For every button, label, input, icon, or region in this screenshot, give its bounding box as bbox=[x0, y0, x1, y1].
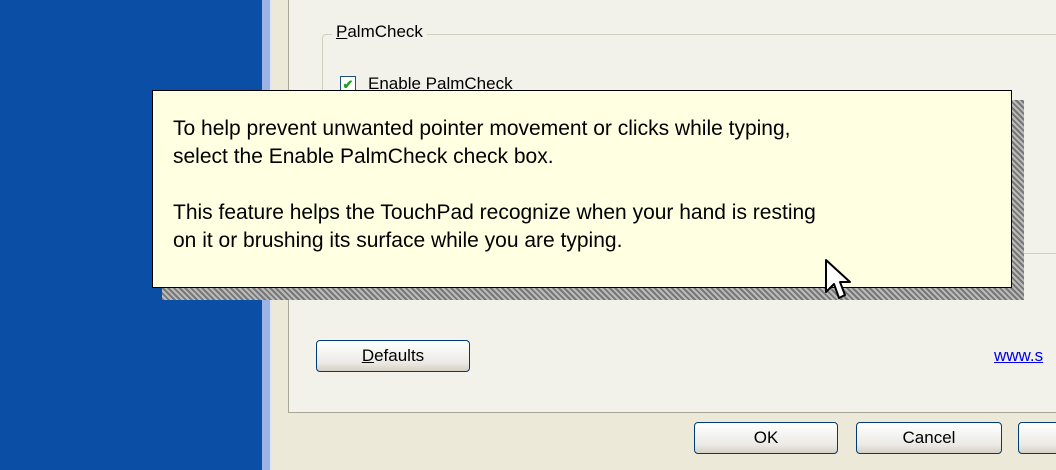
tooltip-line: on it or brushing its surface while you … bbox=[173, 229, 623, 252]
mouse-pointer-icon bbox=[825, 259, 851, 299]
groupbox-title-hotkey: P bbox=[336, 22, 348, 41]
groupbox-title-rest: almCheck bbox=[347, 22, 423, 41]
checkmark-icon: ✔ bbox=[342, 76, 354, 92]
website-link[interactable]: www.s bbox=[994, 346, 1043, 366]
help-tooltip: To help prevent unwanted pointer movemen… bbox=[152, 90, 1012, 288]
tooltip-line: select the Enable PalmCheck check box. bbox=[173, 145, 554, 168]
tooltip-paragraph-2: This feature helps the TouchPad recogniz… bbox=[173, 199, 991, 255]
cancel-button[interactable]: Cancel bbox=[856, 422, 1002, 454]
defaults-hotkey: D bbox=[361, 346, 375, 365]
defaults-label-rest: efaults bbox=[374, 346, 425, 365]
palmcheck-groupbox-title: PalmCheck bbox=[332, 22, 427, 42]
apply-button[interactable] bbox=[1018, 422, 1056, 454]
defaults-button[interactable]: Defaults bbox=[316, 340, 470, 372]
tooltip-line: This feature helps the TouchPad recogniz… bbox=[173, 201, 816, 224]
tooltip-paragraph-1: To help prevent unwanted pointer movemen… bbox=[173, 115, 991, 171]
tooltip-line: To help prevent unwanted pointer movemen… bbox=[173, 117, 791, 140]
ok-button[interactable]: OK bbox=[694, 422, 838, 454]
